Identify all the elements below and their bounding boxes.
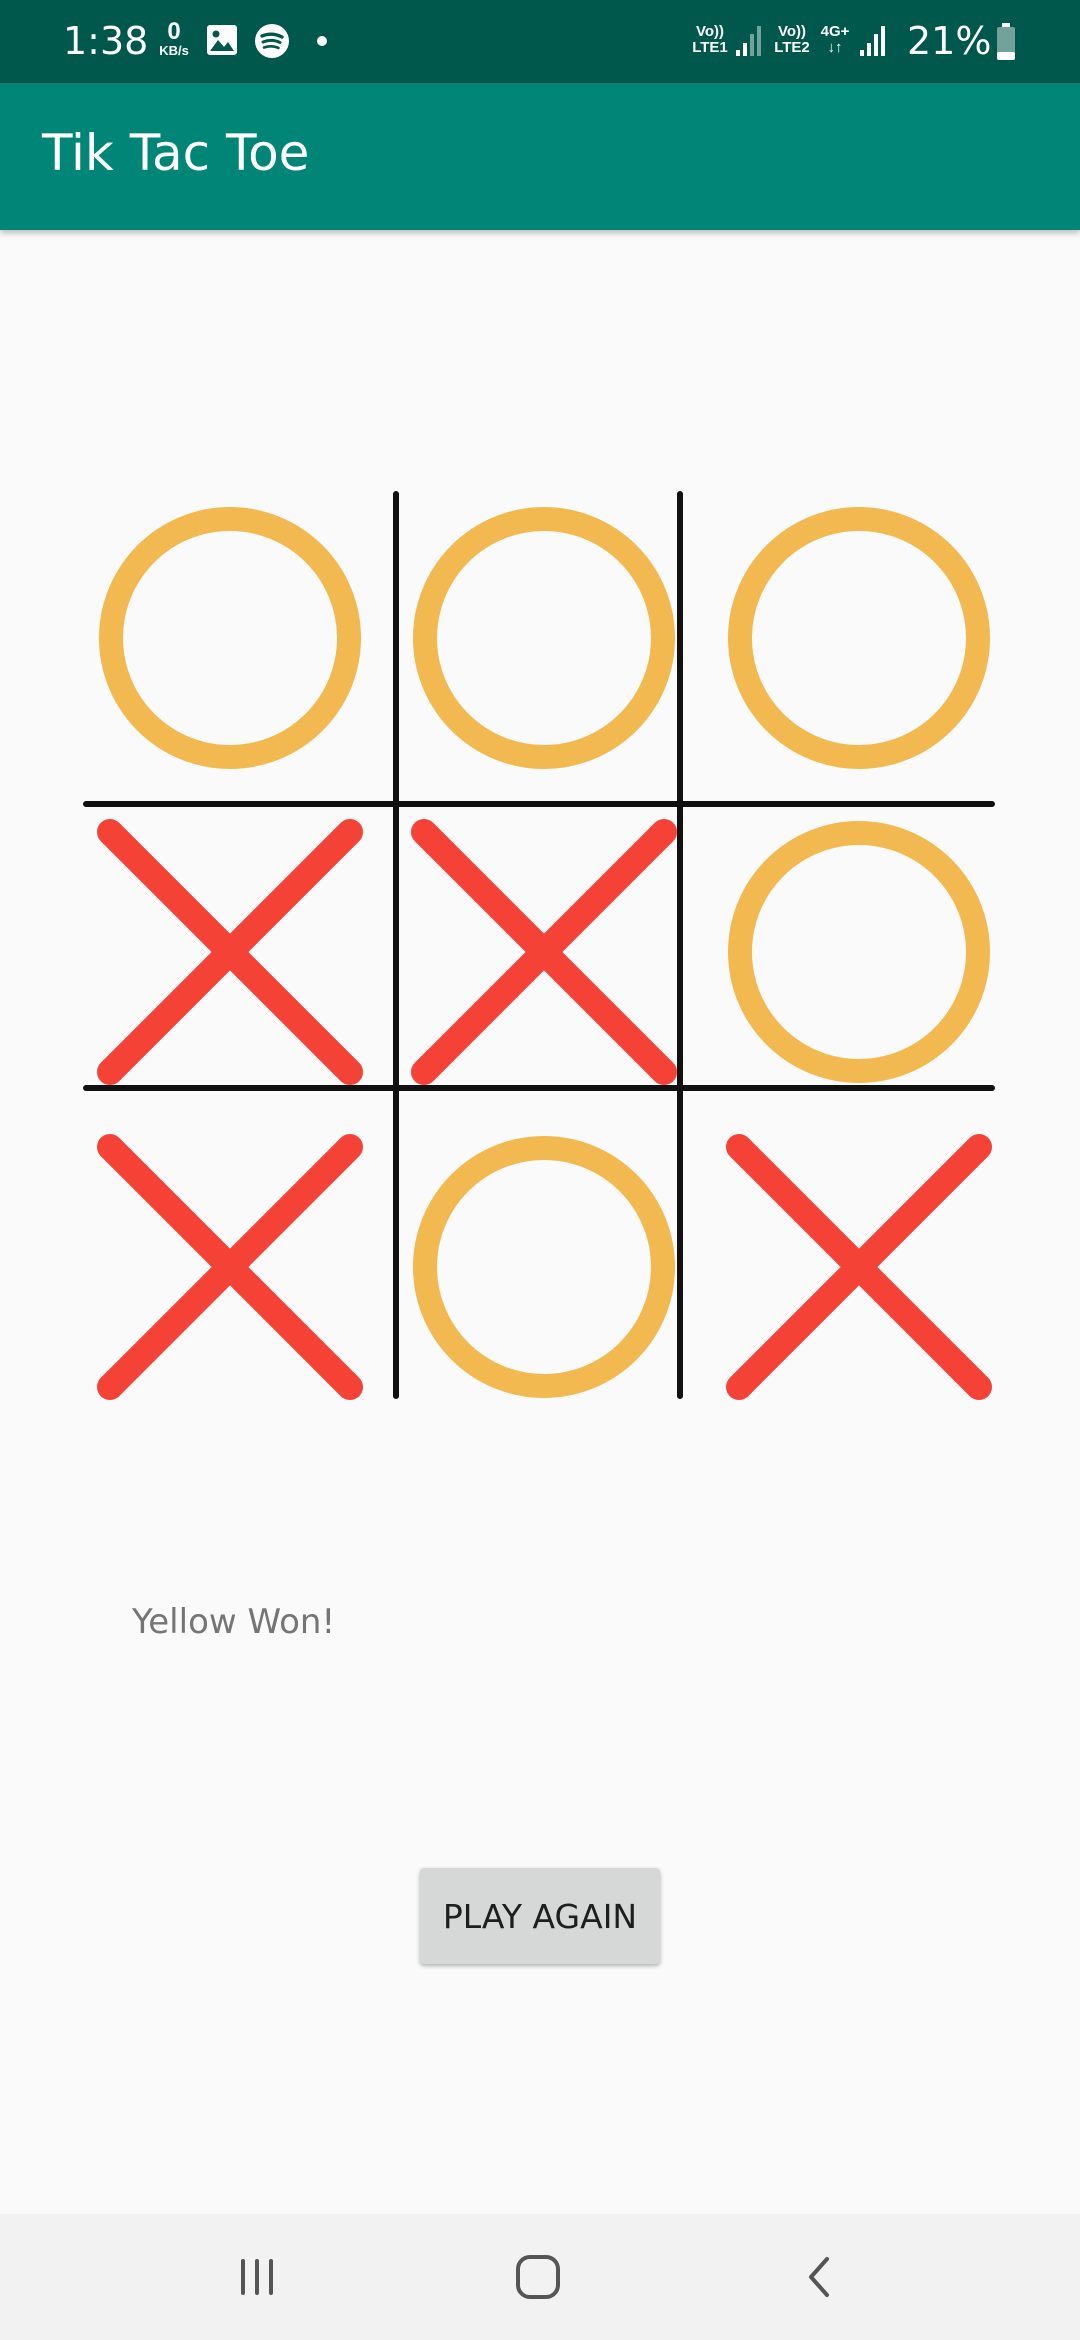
- recent-apps-button[interactable]: [217, 2237, 297, 2317]
- board-cell-r3-c1[interactable]: [80, 1117, 380, 1417]
- o-mark-icon: [413, 507, 675, 769]
- status-bar: 1:38 0 KB/s Vo)) LTE1 Vo)) LTE2 4G+ ↓↑ 2…: [0, 0, 1080, 83]
- network-speed: 0 KB/s: [152, 20, 196, 58]
- sim1-label: Vo)) LTE1: [688, 24, 732, 56]
- app-title: Tik Tac Toe: [42, 124, 310, 182]
- spotify-icon: [255, 24, 289, 58]
- home-button[interactable]: [498, 2237, 578, 2317]
- recent-apps-icon: [241, 2259, 273, 2295]
- back-button[interactable]: [779, 2237, 859, 2317]
- o-mark-icon: [728, 821, 990, 1083]
- board-cell-r1-c3[interactable]: [709, 488, 1009, 788]
- data-arrows-icon: ↓↑: [827, 39, 843, 56]
- x-mark-icon: [97, 819, 363, 1085]
- x-mark-icon: [97, 1134, 363, 1400]
- sim1-label-top: Vo)): [695, 23, 725, 40]
- o-mark-icon: [413, 1136, 675, 1398]
- o-mark-icon: [99, 507, 361, 769]
- board-cell-r3-c2[interactable]: [394, 1117, 694, 1417]
- signal-strength-icon: [736, 26, 761, 56]
- app-bar: Tik Tac Toe: [0, 83, 1080, 230]
- sim2-label: Vo)) LTE2: [770, 24, 814, 56]
- signal-strength-icon: [860, 26, 885, 56]
- x-mark-icon: [411, 819, 677, 1085]
- play-again-button[interactable]: PLAY AGAIN: [420, 1868, 660, 1964]
- battery-percent: 21%: [907, 19, 992, 63]
- board-cell-r2-c1[interactable]: [80, 802, 380, 1102]
- dot-icon: [317, 36, 327, 46]
- battery-icon: [997, 23, 1015, 60]
- network-speed-value: 0: [167, 18, 181, 45]
- x-mark-icon: [726, 1134, 992, 1400]
- network-speed-unit: KB/s: [159, 43, 189, 58]
- sim2-label-top: Vo)): [777, 23, 807, 40]
- o-mark-icon: [728, 507, 990, 769]
- home-icon: [516, 2255, 560, 2299]
- game-status-text: Yellow Won!: [132, 1602, 336, 1642]
- network-type-label: 4G+: [820, 23, 850, 40]
- board-cell-r1-c1[interactable]: [80, 488, 380, 788]
- sim1-label-bottom: LTE1: [692, 39, 728, 56]
- gallery-icon: [207, 25, 237, 55]
- navigation-bar: [0, 2214, 1080, 2340]
- board-cell-r3-c3[interactable]: [709, 1117, 1009, 1417]
- sim2-label-bottom: LTE2: [774, 39, 810, 56]
- board-cell-r2-c3[interactable]: [709, 802, 1009, 1102]
- board-cell-r1-c2[interactable]: [394, 488, 694, 788]
- back-icon: [809, 2257, 829, 2297]
- game-board: [82, 490, 1000, 1402]
- network-type: 4G+ ↓↑: [818, 24, 852, 56]
- status-time: 1:38: [63, 19, 149, 63]
- board-cell-r2-c2[interactable]: [394, 802, 694, 1102]
